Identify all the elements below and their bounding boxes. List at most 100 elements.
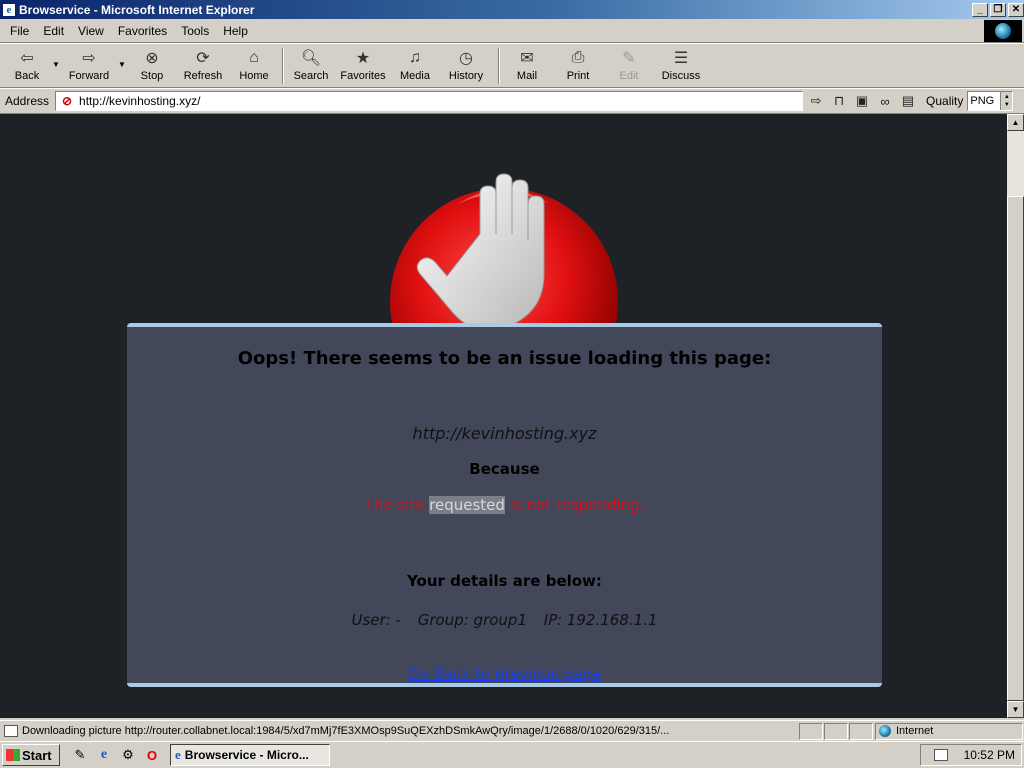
back-dropdown-icon[interactable]: ▼ xyxy=(50,44,62,69)
scroll-down-icon[interactable]: ▼ xyxy=(1007,701,1024,718)
task-label: Browservice - Micro... xyxy=(184,748,309,762)
group-value: Group: group1 xyxy=(417,611,527,629)
forward-dropdown-icon[interactable]: ▼ xyxy=(116,44,128,69)
ie-throbber-logo xyxy=(984,20,1022,42)
ie-icon: e xyxy=(175,747,181,762)
find-binoculars-icon[interactable]: ∞ xyxy=(875,91,895,111)
edit-button[interactable]: ✎ Edit xyxy=(606,44,652,87)
menu-view[interactable]: View xyxy=(71,24,111,38)
history-icon: ◷ xyxy=(459,50,473,67)
broken-page-icon: ⊘ xyxy=(62,94,73,108)
quality-select[interactable]: PNG ▲ ▼ xyxy=(967,91,1014,111)
quality-value: PNG xyxy=(970,95,995,107)
ie-icon: e xyxy=(2,2,16,17)
vertical-scrollbar[interactable]: ▲ ▼ xyxy=(1007,114,1024,718)
reason-highlight: requested xyxy=(429,496,505,514)
failed-url: http://kevinhosting.xyz xyxy=(412,424,597,443)
error-heading: Oops! There seems to be an issue loading… xyxy=(237,348,772,369)
windows-logo-icon xyxy=(6,749,20,761)
print-icon: ⎙ xyxy=(571,49,585,66)
status-pane xyxy=(799,722,823,740)
favorites-label: Favorites xyxy=(340,70,386,82)
edit-label: Edit xyxy=(619,70,639,82)
user-value: User: - xyxy=(351,611,401,629)
ie-quicklaunch-icon[interactable]: e xyxy=(94,745,114,765)
scroll-up-icon[interactable]: ▲ xyxy=(1007,114,1024,131)
reason-suffix: is not responding. xyxy=(504,496,645,514)
refresh-label: Refresh xyxy=(183,70,223,82)
restore-button[interactable]: ❐ xyxy=(990,2,1006,17)
bookmark-icon[interactable]: ⊓ xyxy=(829,91,849,111)
address-url: http://kevinhosting.xyz/ xyxy=(79,94,201,108)
refresh-icon: ⟳ xyxy=(196,50,210,67)
ip-value: IP: 192.168.1.1 xyxy=(543,611,658,629)
back-label: Back xyxy=(14,70,40,82)
quality-spin-icon[interactable]: ▲ ▼ xyxy=(1000,92,1013,110)
back-button[interactable]: ⇦ Back xyxy=(4,44,50,87)
menu-tools[interactable]: Tools xyxy=(174,24,216,38)
scheduler-icon[interactable] xyxy=(933,749,948,761)
status-text: Downloading picture http://router.collab… xyxy=(22,725,670,737)
menu-file[interactable]: File xyxy=(3,24,36,38)
menu-bar: File Edit View Favorites Tools Help xyxy=(0,19,1024,43)
address-label: Address xyxy=(5,94,50,108)
start-label: Start xyxy=(22,747,52,763)
stop-icon: ⊗ xyxy=(145,50,159,67)
edit-icon: ✎ xyxy=(622,50,636,67)
menu-favorites[interactable]: Favorites xyxy=(111,24,174,38)
forward-button[interactable]: ⇨ Forward xyxy=(62,44,116,87)
stop-button[interactable]: ⊗ Stop xyxy=(128,44,176,87)
discuss-button[interactable]: ☰ Discuss xyxy=(652,44,710,87)
security-zone: Internet xyxy=(875,722,1023,740)
discuss-label: Discuss xyxy=(661,70,701,82)
toolbar-separator xyxy=(282,48,284,84)
refresh-button[interactable]: ⟳ Refresh xyxy=(176,44,230,87)
menu-help[interactable]: Help xyxy=(216,24,255,38)
user-details: User: - Group: group1 IP: 192.168.1.1 xyxy=(127,611,882,629)
menu-edit[interactable]: Edit xyxy=(36,24,71,38)
favorites-button[interactable]: ★ Favorites xyxy=(334,44,392,87)
mail-icon: ✉ xyxy=(520,50,534,67)
toolbar: ⇦ Back ▼ ⇨ Forward ▼ ⊗ Stop ⟳ Refresh ⌂ … xyxy=(0,43,1024,88)
media-button[interactable]: ♫ Media xyxy=(392,44,438,87)
address-input[interactable]: ⊘ http://kevinhosting.xyz/ xyxy=(55,91,804,111)
internet-globe-icon xyxy=(879,725,891,737)
show-desktop-icon[interactable]: ✎ xyxy=(70,745,90,765)
details-heading: Your details are below: xyxy=(407,572,602,590)
history-button[interactable]: ◷ History xyxy=(438,44,494,87)
close-button[interactable]: ✕ xyxy=(1008,2,1024,17)
image-icon[interactable]: ▣ xyxy=(852,91,872,111)
network-icon[interactable]: ⚙ xyxy=(118,745,138,765)
media-icon: ♫ xyxy=(409,49,421,66)
back-arrow-icon: ⇦ xyxy=(20,50,34,67)
minimize-button[interactable]: _ xyxy=(972,2,988,17)
media-label: Media xyxy=(400,70,430,82)
reason-prefix: The site xyxy=(364,496,430,514)
go-arrow-icon[interactable]: ⇨ xyxy=(806,91,826,111)
opera-icon[interactable]: O xyxy=(142,745,162,765)
print-button[interactable]: ⎙ Print xyxy=(550,44,606,87)
discuss-icon: ☰ xyxy=(673,50,689,67)
taskbar: Start ✎ e ⚙ O e Browservice - Micro... 1… xyxy=(0,741,1024,768)
start-button[interactable]: Start xyxy=(2,744,60,766)
scroll-thumb[interactable] xyxy=(1007,196,1024,701)
error-panel: Oops! There seems to be an issue loading… xyxy=(127,323,882,687)
go-back-link[interactable]: Go Back to previous page xyxy=(127,665,882,683)
mail-button[interactable]: ✉ Mail xyxy=(504,44,550,87)
home-label: Home xyxy=(239,70,269,82)
status-pane xyxy=(849,722,873,740)
search-button[interactable]: 🔍︎ Search xyxy=(288,44,334,87)
clipboard-icon[interactable]: ▤ xyxy=(898,91,918,111)
stop-label: Stop xyxy=(140,70,164,82)
clock[interactable]: 10:52 PM xyxy=(964,748,1015,762)
globe-icon xyxy=(995,23,1011,39)
system-tray: 10:52 PM xyxy=(920,744,1022,766)
title-bar: e Browservice - Microsoft Internet Explo… xyxy=(0,0,1024,19)
print-label: Print xyxy=(566,70,590,82)
page-content: Oops! There seems to be an issue loading… xyxy=(0,114,1007,718)
home-button[interactable]: ⌂ Home xyxy=(230,44,278,87)
mail-label: Mail xyxy=(516,70,538,82)
error-reason: The site requested is not responding. xyxy=(127,496,882,514)
taskbar-item-browservice[interactable]: e Browservice - Micro... xyxy=(170,744,330,766)
history-label: History xyxy=(448,70,484,82)
